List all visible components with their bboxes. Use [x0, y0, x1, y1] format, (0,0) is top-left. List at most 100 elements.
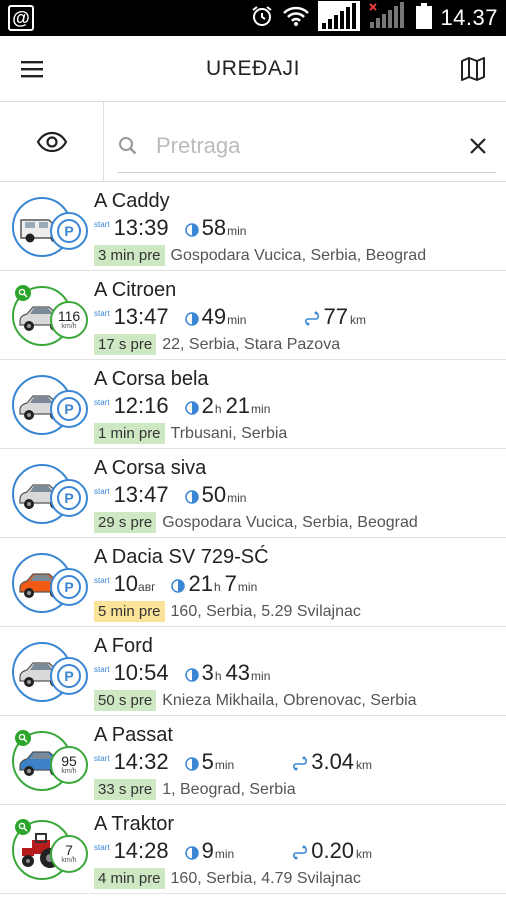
vehicle-address: 160, Serbia, 5.29 Svilajnac	[170, 602, 361, 620]
distance-value: 77	[323, 304, 348, 329]
menu-button[interactable]	[0, 36, 66, 102]
start-time: 13:39	[113, 215, 169, 240]
vehicle-name: A Traktor	[94, 813, 175, 835]
vehicle-name: A Corsa siva	[94, 457, 207, 479]
vehicle-address: Trbusani, Serbia	[170, 424, 288, 442]
vehicle-name: A Dacia SV 729-SĆ	[94, 546, 269, 568]
distance-unit: km	[356, 847, 373, 861]
distance-value: 0.20	[311, 838, 355, 863]
last-update-badge: 3 min pre	[94, 245, 165, 266]
duration-icon	[184, 668, 199, 682]
duration-unit-b: min	[251, 402, 271, 416]
vehicle-avatar-wrap: P	[0, 182, 94, 270]
last-update-badge: 1 min pre	[94, 423, 165, 444]
search-icon	[119, 137, 137, 155]
last-update-badge: 4 min pre	[94, 868, 165, 889]
duration-icon	[184, 490, 199, 504]
speed-value: 7	[65, 842, 73, 858]
search-input[interactable]	[138, 133, 460, 159]
duration-value-b: 21	[225, 393, 251, 418]
duration-value-a: 9	[201, 838, 214, 863]
start-time: 12:16	[113, 393, 169, 418]
vehicle-info: A Dacia SV 729-SĆ start 10авг 21 h 7 min 5 min …	[94, 538, 506, 626]
last-update-badge: 33 s pre	[94, 779, 157, 800]
vehicle-row[interactable]: P A Ford start 10:54 3 h 43 min 50 s pre Knieza M…	[0, 627, 506, 716]
distance: 0.20 km	[292, 838, 372, 864]
visibility-toggle[interactable]	[0, 102, 104, 181]
battery-icon	[416, 2, 433, 34]
vehicle-info: A Caddy start 13:39 58 min 3 min pre Gospodara…	[94, 182, 506, 270]
last-update-badge: 29 s pre	[94, 512, 157, 533]
start-time: 10:54	[113, 660, 169, 685]
duration: 5 min	[184, 749, 239, 775]
parked-badge: P	[50, 657, 88, 695]
start-label: start	[94, 487, 110, 496]
start-label: start	[94, 309, 110, 318]
search-row	[0, 102, 506, 182]
duration-value-a: 3	[201, 660, 214, 685]
distance-unit: km	[356, 758, 373, 772]
status-bar: @ 14.37	[0, 0, 506, 36]
wifi-icon	[282, 5, 310, 32]
vehicle-row[interactable]: 7 km/h A Traktor start 14:28 9 min 0.20 km 4 min …	[0, 805, 506, 894]
route-icon	[293, 845, 308, 860]
duration: 9 min	[184, 838, 239, 864]
parking-icon: P	[57, 219, 81, 243]
duration-unit-a: h	[214, 669, 222, 683]
speed-badge: 7 km/h	[50, 835, 88, 873]
at-notification-icon: @	[8, 5, 34, 31]
start-label: start	[94, 398, 110, 407]
vehicle-row[interactable]: 95 km/h A Passat start 14:32 5 min 3.04 km 33 s p…	[0, 716, 506, 805]
parking-icon: P	[57, 664, 81, 688]
vehicle-address: Gospodara Vucica, Serbia, Beograd	[170, 246, 427, 264]
route-icon	[305, 311, 320, 326]
moving-indicator-icon	[15, 285, 31, 301]
vehicle-info: A Ford start 10:54 3 h 43 min 50 s pre Knieza Mi…	[94, 627, 506, 715]
route-icon	[293, 756, 308, 771]
speed-badge: 116 km/h	[50, 301, 88, 339]
start-time: 13:47	[113, 304, 169, 329]
vehicle-avatar-wrap: P	[0, 538, 94, 626]
speed-unit: km/h	[61, 857, 77, 864]
duration-unit-a: min	[214, 758, 235, 772]
duration-value-b: 43	[225, 660, 251, 685]
alarm-icon	[250, 4, 274, 33]
map-button[interactable]	[440, 36, 506, 102]
duration-value-a: 58	[201, 215, 227, 240]
parking-icon: P	[57, 486, 81, 510]
vehicle-address: Knieza Mikhaila, Obrenovac, Serbia	[162, 691, 417, 709]
duration: 50 min	[184, 482, 251, 508]
vehicle-info: A Traktor start 14:28 9 min 0.20 km 4 min pre 16…	[94, 805, 506, 893]
speed-badge: 95 km/h	[50, 746, 88, 784]
parked-badge: P	[50, 390, 88, 428]
start-time: 10авг	[113, 571, 156, 596]
vehicle-row[interactable]: P A Corsa siva start 13:47 50 min 29 s pre Gosp…	[0, 449, 506, 538]
vehicle-row[interactable]: 116 km/h A Citroen start 13:47 49 min 77 km 17 s …	[0, 271, 506, 360]
signal-icon	[318, 0, 361, 36]
vehicle-row[interactable]: P A Caddy start 13:39 58 min 3 min pre Gospodar…	[0, 182, 506, 271]
duration-unit-a: min	[214, 847, 235, 861]
last-update-badge: 5 min pre	[94, 601, 165, 622]
duration-value-b: 7	[224, 571, 237, 596]
duration: 49 min	[184, 304, 251, 330]
clear-search-button[interactable]	[460, 128, 496, 164]
duration-unit-a: min	[227, 313, 247, 327]
duration-unit-a: h	[213, 580, 221, 594]
close-icon	[470, 138, 486, 154]
vehicle-row[interactable]: P A Dacia SV 729-SĆ start 10авг 21 h 7 min 5 min…	[0, 538, 506, 627]
vehicle-address: 160, Serbia, 4.79 Svilajnac	[170, 869, 361, 887]
start-label: start	[94, 665, 110, 674]
vehicle-info: A Corsa siva start 13:47 50 min 29 s pre Gospo…	[94, 449, 506, 537]
vehicle-row[interactable]: P A Corsa bela start 12:16 2 h 21 min 1 min pre T…	[0, 360, 506, 449]
app-bar: UREĐAJI	[0, 36, 506, 102]
start-time: 14:32	[113, 749, 169, 774]
start-label: start	[94, 754, 110, 763]
vehicle-name: A Caddy	[94, 190, 170, 212]
parking-icon: P	[57, 575, 81, 599]
distance-value: 3.04	[311, 749, 355, 774]
time-suffix: авг	[138, 580, 156, 594]
duration-icon	[184, 757, 199, 771]
speed-value: 95	[61, 753, 77, 769]
duration-unit-a: min	[227, 491, 247, 505]
start-time: 14:28	[113, 838, 169, 863]
